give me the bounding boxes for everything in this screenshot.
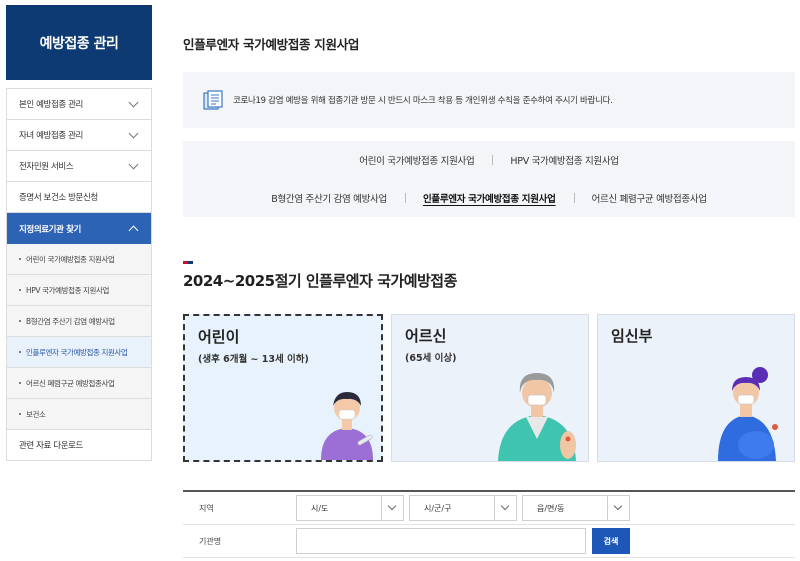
sidebar-subitem-pneumococcal[interactable]: 어르신 폐렴구균 예방접종사업	[7, 368, 151, 399]
sidebar-item-label: 지정의료기관 찾기	[19, 224, 81, 235]
institution-label: 기관명	[199, 536, 222, 546]
sidebar-subitem-label: B형간염 주산기 감염 예방사업	[26, 316, 115, 326]
sidebar-item-downloads[interactable]: 관련 자료 다운로드	[7, 430, 151, 461]
card-title: 임신부	[611, 327, 653, 345]
season-title: 2024~2025절기 인플루엔자 국가예방접종	[183, 272, 457, 290]
eupmyeondong-select[interactable]: 읍/면/동	[522, 495, 630, 521]
tab-row: B형간염 주산기 감염 예방사업 인플루엔자 국가예방접종 지원사업 어르신 폐…	[183, 179, 795, 217]
sido-select-value: 시/도	[311, 503, 329, 513]
sidebar-subitem-health-center[interactable]: 보건소	[7, 399, 151, 430]
title-accent	[183, 261, 193, 264]
chevron-down-icon	[128, 128, 139, 138]
tab-child-program[interactable]: 어린이 국가예방접종 지원사업	[341, 153, 492, 167]
chevron-up-icon	[128, 225, 139, 236]
region-row: 지역 시/도 시/군/구 읍/면/동	[183, 492, 795, 525]
bullet-icon	[19, 351, 21, 353]
tab-hepatitis-b-program[interactable]: B형간염 주산기 감염 예방사업	[253, 191, 405, 205]
sidebar: 예방접종 관리 본인 예방접종 관리 자녀 예방접종 관리 전자민원 서비스 증…	[6, 5, 152, 461]
page-title: 인플루엔자 국가예방접종 지원사업	[183, 37, 360, 52]
card-subtitle: (생후 6개월 ~ 13세 이하)	[198, 354, 309, 365]
sidebar-item-label: 자녀 예방접종 관리	[19, 131, 83, 141]
document-icon	[203, 90, 223, 110]
sidebar-subitem-child[interactable]: 어린이 국가예방접종 지원사업	[7, 244, 151, 275]
program-tabs: 어린이 국가예방접종 지원사업 HPV 국가예방접종 지원사업 B형간염 주산기…	[183, 141, 795, 217]
region-label: 지역	[199, 503, 214, 513]
institution-row: 기관명 검색	[183, 525, 795, 558]
sidebar-subitem-label: 인플루엔자 국가예방접종 지원사업	[26, 347, 128, 357]
bullet-icon	[19, 289, 21, 291]
sidebar-subitem-hepatitis-b[interactable]: B형간염 주산기 감염 예방사업	[7, 306, 151, 337]
chevron-down-icon	[607, 496, 629, 520]
senior-illustration	[498, 373, 576, 461]
card-senior[interactable]: 어르신 (65세 이상)	[391, 314, 589, 462]
sidebar-item-child-vaccination[interactable]: 자녀 예방접종 관리	[7, 120, 151, 151]
sido-select[interactable]: 시/도	[296, 495, 404, 521]
sidebar-item-certificate-visit[interactable]: 증명서 보건소 방문신청	[7, 182, 151, 213]
bullet-icon	[19, 382, 21, 384]
bullet-icon	[19, 320, 21, 322]
card-subtitle: (65세 이상)	[405, 353, 457, 364]
tab-influenza-program[interactable]: 인플루엔자 국가예방접종 지원사업	[404, 191, 574, 205]
chevron-down-icon	[128, 97, 139, 107]
tab-row: 어린이 국가예방접종 지원사업 HPV 국가예방접종 지원사업	[183, 141, 795, 179]
sidebar-item-label: 전자민원 서비스	[19, 162, 74, 172]
sidebar-item-label: 증명서 보건소 방문신청	[19, 193, 98, 203]
search-button[interactable]: 검색	[592, 528, 630, 554]
sidebar-subitem-label: 보건소	[26, 409, 46, 419]
card-pregnant[interactable]: 임신부	[597, 314, 795, 462]
sidebar-subitem-hpv[interactable]: HPV 국가예방접종 지원사업	[7, 275, 151, 306]
sidebar-item-e-civil-service[interactable]: 전자민원 서비스	[7, 151, 151, 182]
tab-pneumococcal-program[interactable]: 어르신 폐렴구균 예방접종사업	[573, 191, 725, 205]
card-child[interactable]: 어린이 (생후 6개월 ~ 13세 이하)	[183, 314, 383, 462]
chevron-down-icon	[494, 496, 516, 520]
sidebar-subitem-label: 어린이 국가예방접종 지원사업	[26, 254, 115, 264]
sidebar-menu: 본인 예방접종 관리 자녀 예방접종 관리 전자민원 서비스 증명서 보건소 방…	[6, 88, 152, 461]
sigungu-select[interactable]: 시/군/구	[409, 495, 517, 521]
chevron-down-icon	[381, 496, 403, 520]
eupmyeondong-select-value: 읍/면/동	[537, 503, 565, 513]
sigungu-select-value: 시/군/구	[424, 503, 452, 513]
card-title: 어린이	[198, 328, 240, 346]
pregnant-woman-illustration	[718, 367, 778, 461]
search-form: 지역 시/도 시/군/구 읍/면/동 기관명 검색	[183, 490, 795, 558]
sidebar-subitem-label: HPV 국가예방접종 지원사업	[26, 285, 110, 295]
chevron-down-icon	[128, 159, 139, 169]
card-title: 어르신	[405, 327, 447, 345]
sidebar-item-find-institution[interactable]: 지정의료기관 찾기	[7, 213, 151, 244]
sidebar-item-self-vaccination[interactable]: 본인 예방접종 관리	[7, 89, 151, 120]
sidebar-subitem-influenza[interactable]: 인플루엔자 국가예방접종 지원사업	[7, 337, 151, 368]
tab-hpv-program[interactable]: HPV 국가예방접종 지원사업	[492, 153, 636, 167]
notice-banner: 코로나19 감염 예방을 위해 접종기관 방문 시 반드시 마스크 착용 등 개…	[183, 72, 795, 128]
institution-name-input[interactable]	[296, 528, 586, 554]
sidebar-title: 예방접종 관리	[6, 5, 152, 80]
sidebar-item-label: 본인 예방접종 관리	[19, 100, 83, 110]
sidebar-item-label: 관련 자료 다운로드	[19, 441, 83, 451]
sidebar-subitem-label: 어르신 폐렴구균 예방접종사업	[26, 378, 115, 388]
target-cards: 어린이 (생후 6개월 ~ 13세 이하) 어르신 (65세 이상) 임신부	[183, 314, 795, 462]
child-illustration	[321, 392, 373, 460]
bullet-icon	[19, 258, 21, 260]
bullet-icon	[19, 413, 21, 415]
notice-text: 코로나19 감염 예방을 위해 접종기관 방문 시 반드시 마스크 착용 등 개…	[233, 96, 613, 106]
